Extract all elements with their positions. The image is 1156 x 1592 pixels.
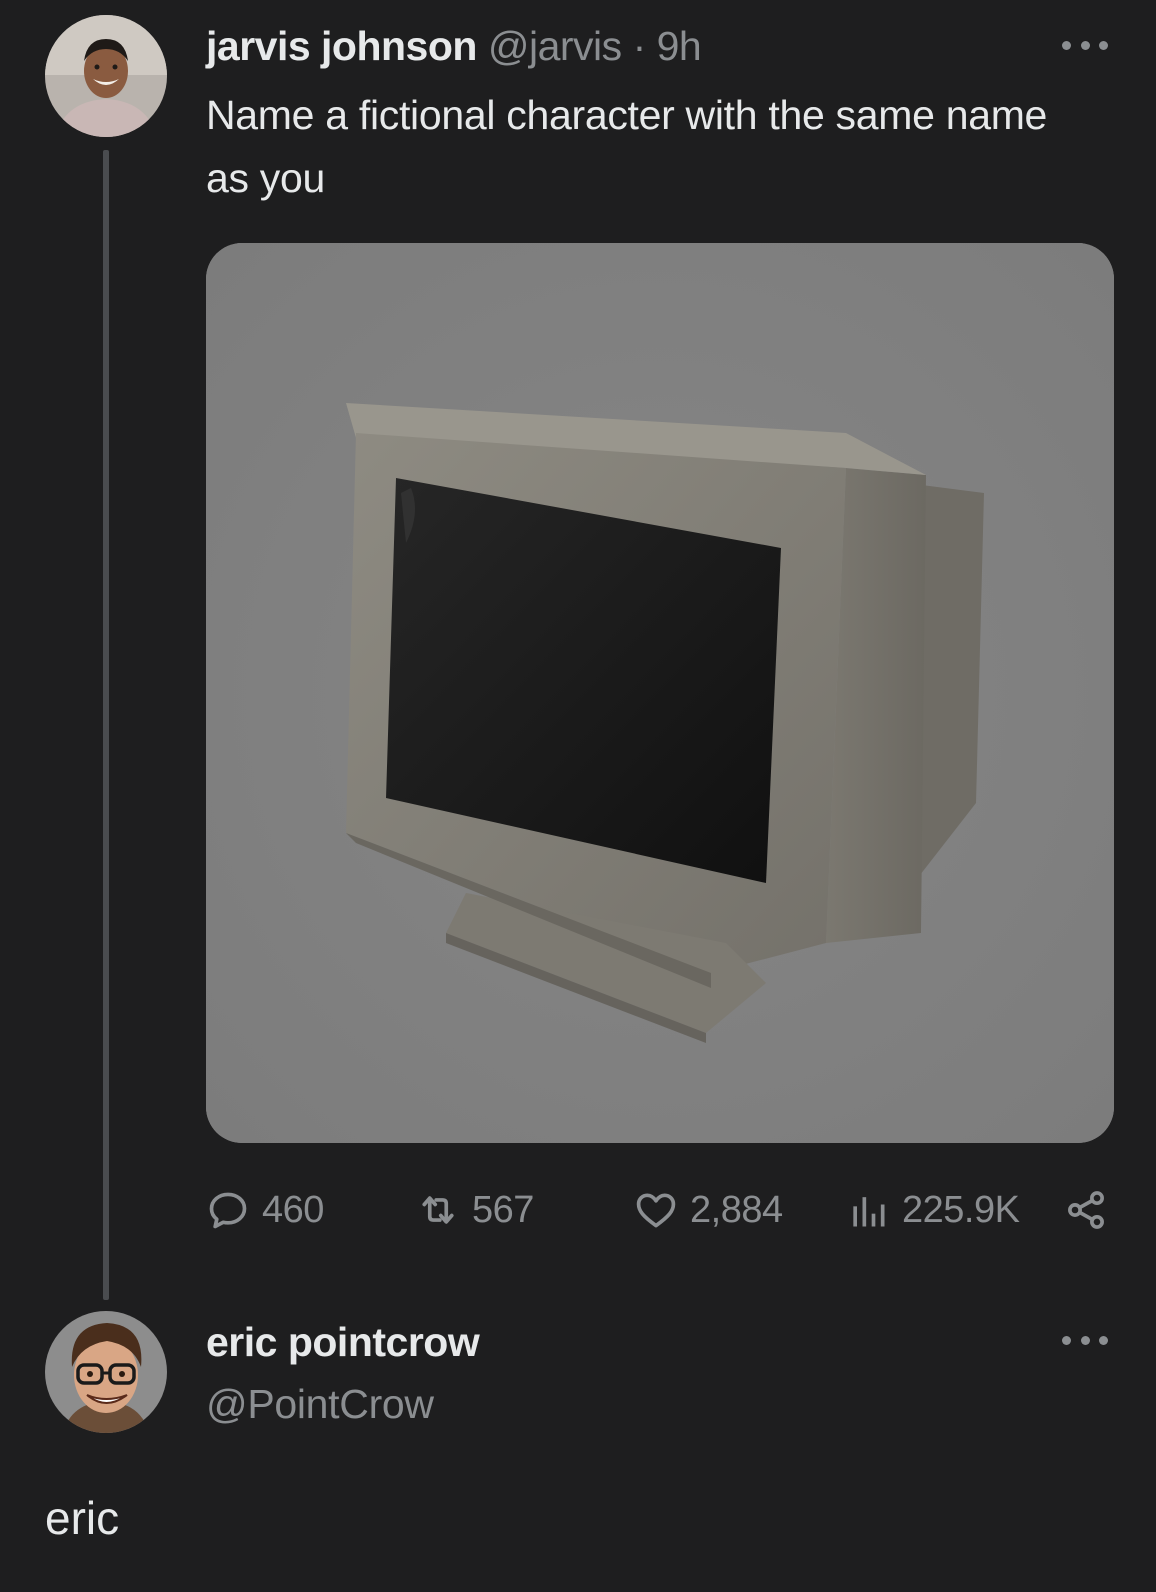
tweet-media-image[interactable]: [206, 243, 1114, 1143]
thread-connector-line: [103, 150, 109, 1300]
reply-icon: [209, 1192, 247, 1229]
like-button[interactable]: 2,884: [634, 1185, 783, 1235]
reply-text: eric: [45, 1492, 120, 1544]
tweet-timestamp[interactable]: 9h: [657, 23, 702, 69]
views-button[interactable]: 225.9K: [846, 1185, 1020, 1235]
reply-count: 460: [262, 1188, 324, 1231]
share-icon: [1068, 1191, 1104, 1229]
more-icon[interactable]: [1062, 1333, 1108, 1347]
avatar-eric-image: [45, 1311, 167, 1433]
view-count: 225.9K: [902, 1188, 1020, 1231]
heart-icon: [636, 1193, 676, 1228]
reply-author-display-name[interactable]: eric pointcrow: [206, 1316, 480, 1368]
like-count: 2,884: [690, 1188, 783, 1231]
avatar-jarvis[interactable]: [45, 15, 167, 137]
crt-monitor-image: [206, 243, 1114, 1143]
retweet-button[interactable]: 567: [416, 1185, 534, 1235]
retweet-icon: [422, 1196, 454, 1224]
meta-separator: ·: [632, 23, 647, 69]
views-icon: [853, 1197, 885, 1227]
tweet-header: jarvis johnson @jarvis · 9h: [206, 20, 702, 72]
tweet-action-bar: 460 567 2,884 225.9K: [206, 1185, 1114, 1235]
retweet-count: 567: [472, 1188, 534, 1231]
author-handle[interactable]: @jarvis: [488, 23, 622, 69]
reply-author-handle[interactable]: @PointCrow: [206, 1378, 434, 1430]
share-button[interactable]: [1064, 1185, 1108, 1235]
reply-button[interactable]: 460: [206, 1185, 324, 1235]
author-display-name[interactable]: jarvis johnson: [206, 23, 477, 69]
tweet-text: Name a fictional character with the same…: [206, 92, 1048, 201]
avatar-jarvis-image: [45, 15, 167, 137]
more-icon[interactable]: [1062, 38, 1108, 52]
avatar-eric[interactable]: [45, 1311, 167, 1433]
